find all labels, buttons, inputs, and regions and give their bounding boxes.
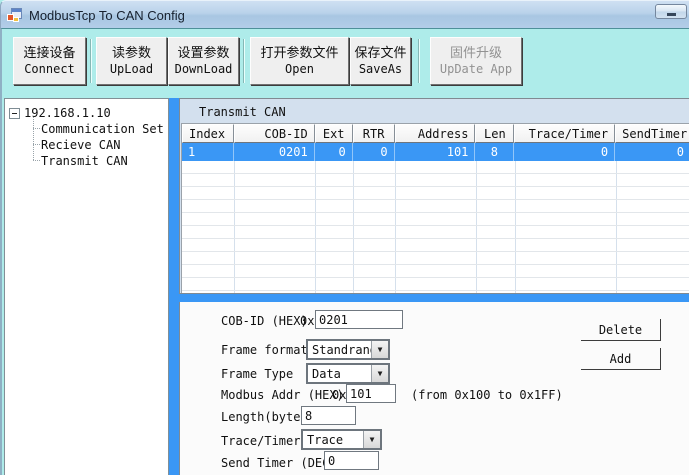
cell-send-timer[interactable]: 0 [615, 143, 689, 161]
modbus-addr-hex-prefix: 0x [332, 388, 346, 402]
cell-cob-id[interactable]: 0201 [234, 143, 315, 161]
column-header-cob-id[interactable]: COB-ID [234, 124, 315, 143]
chevron-down-icon[interactable]: ▼ [363, 431, 380, 448]
tree-node-communication-set[interactable]: Communication Set [41, 122, 164, 136]
column-header-trace-timer[interactable]: Trace/Timer [514, 124, 615, 143]
minimize-button[interactable] [655, 4, 687, 19]
toolbar-separator [90, 39, 92, 83]
upload-button[interactable]: 读参数 UpLoad [96, 37, 167, 85]
connect-button[interactable]: 连接设备 Connect [13, 37, 86, 85]
app-window: ModbusTcp To CAN Config 连接设备 Connect 读参数… [0, 0, 689, 475]
window-title: ModbusTcp To CAN Config [29, 8, 185, 23]
frame-type-select[interactable]: Data ▼ [306, 363, 390, 384]
cell-len[interactable]: 8 [475, 143, 514, 161]
length-input[interactable] [301, 406, 356, 425]
title-bar[interactable]: ModbusTcp To CAN Config [0, 0, 689, 28]
frame-format-label: Frame format [221, 343, 308, 357]
cell-trace-timer[interactable]: 0 [514, 143, 615, 161]
modbus-addr-label: Modbus Addr (HEX) [221, 388, 344, 402]
chevron-down-icon[interactable]: ▼ [371, 341, 388, 358]
parameter-form: COB-ID (HEX) 0x Delete Frame format Stan… [179, 302, 689, 475]
cob-id-input[interactable] [315, 310, 403, 329]
tree-root-label[interactable]: 192.168.1.10 [24, 106, 111, 120]
grid-header-row: Index COB-ID Ext RTR Address Len Trace/T… [182, 124, 689, 143]
frame-format-select[interactable]: Standrand ▼ [306, 339, 390, 360]
open-file-button[interactable]: 打开参数文件 Open [250, 37, 349, 85]
frame-type-label: Frame Type [221, 367, 293, 381]
save-as-button[interactable]: 保存文件 SaveAs [350, 37, 411, 85]
minimize-icon [667, 13, 676, 16]
column-header-ext[interactable]: Ext [315, 124, 353, 143]
grid-empty-area [182, 161, 689, 293]
column-header-rtr[interactable]: RTR [353, 124, 395, 143]
add-button[interactable]: Add [581, 348, 661, 370]
cell-index[interactable]: 1 [182, 143, 234, 161]
download-button[interactable]: 设置参数 DownLoad [168, 37, 239, 85]
delete-button[interactable]: Delete [581, 319, 661, 341]
send-timer-label: Send Timer (DEC) [221, 456, 337, 470]
horizontal-splitter[interactable] [179, 294, 689, 302]
group-title: Transmit CAN [199, 105, 286, 119]
send-timer-input[interactable] [324, 451, 379, 470]
column-header-send-timer[interactable]: SendTimer [615, 124, 689, 143]
client-area: 连接设备 Connect 读参数 UpLoad 设置参数 DownLoad 打开… [0, 28, 689, 475]
toolbar-separator [418, 39, 420, 83]
column-header-index[interactable]: Index [182, 124, 234, 143]
cell-ext[interactable]: 0 [315, 143, 353, 161]
tree-node-device[interactable]: 192.168.1.10 [9, 106, 111, 120]
tree-collapse-icon[interactable] [9, 108, 20, 119]
trace-timer-label: Trace/Timer [221, 434, 300, 448]
modbus-addr-range-note: (from 0x100 to 0x1FF) [411, 388, 563, 402]
grid-row-selected[interactable]: 1 0201 0 0 101 8 0 0 [182, 143, 689, 161]
update-app-button: 固件升级 UpDate App [430, 37, 522, 85]
column-header-address[interactable]: Address [395, 124, 476, 143]
cell-address[interactable]: 101 [395, 143, 476, 161]
can-grid: Index COB-ID Ext RTR Address Len Trace/T… [181, 123, 689, 293]
vertical-splitter[interactable] [169, 98, 179, 475]
device-tree: 192.168.1.10 Communication Set Recieve C… [4, 98, 169, 475]
cob-id-hex-prefix: 0x [300, 314, 314, 328]
column-header-len[interactable]: Len [475, 124, 514, 143]
chevron-down-icon[interactable]: ▼ [371, 365, 388, 382]
cell-rtr[interactable]: 0 [353, 143, 395, 161]
app-icon [7, 7, 23, 23]
length-label: Length(byte) [221, 410, 308, 424]
modbus-addr-input[interactable] [346, 384, 396, 403]
toolbar-separator [243, 39, 245, 83]
cob-id-label: COB-ID (HEX) [221, 314, 308, 328]
tree-node-recieve-can[interactable]: Recieve CAN [41, 138, 120, 152]
tree-connector [33, 117, 34, 161]
transmit-can-group: Transmit CAN Index COB-ID Ext RTR Addres… [179, 98, 689, 294]
trace-timer-select[interactable]: Trace ▼ [301, 429, 382, 450]
tree-node-transmit-can[interactable]: Transmit CAN [41, 154, 128, 168]
